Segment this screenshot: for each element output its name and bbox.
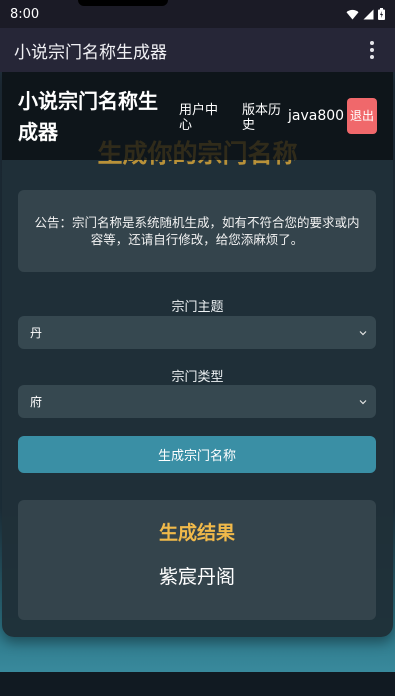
status-bar: 8:00 [0, 0, 395, 28]
webview: 生成你的宗门名称 小说宗门名称生成器 用户中心 版本历史 java800 退出 … [0, 72, 395, 696]
battery-icon [378, 8, 385, 20]
result-name: 紫宸丹阁 [158, 566, 235, 588]
status-time: 8:00 [10, 6, 40, 22]
logout-button[interactable]: 退出 [347, 98, 377, 134]
type-select-value: 府 [30, 395, 43, 409]
generate-button[interactable]: 生成宗门名称 [18, 436, 376, 473]
username: java800 [288, 108, 345, 124]
app-bar-title: 小说宗门名称生成器 [14, 42, 167, 63]
site-title[interactable]: 小说宗门名称生成器 [18, 86, 168, 148]
wifi-icon [346, 9, 359, 19]
result-box: 生成结果 紫宸丹阁 [18, 500, 376, 620]
nav-user-center[interactable]: 用户中心 [179, 103, 229, 133]
theme-select[interactable]: 丹 [18, 316, 376, 349]
status-icons [346, 8, 385, 20]
theme-label: 宗门主题 [171, 300, 224, 315]
result-heading: 生成结果 [158, 522, 235, 544]
site-header: 小说宗门名称生成器 用户中心 版本历史 java800 退出 [2, 72, 393, 160]
main-card: 生成你的宗门名称 小说宗门名称生成器 用户中心 版本历史 java800 退出 … [2, 72, 393, 637]
theme-select-value: 丹 [30, 326, 43, 340]
camera-notch [78, 0, 168, 6]
nav-version-history[interactable]: 版本历史 [242, 103, 286, 133]
notice-box: 公告：宗门名称是系统随机生成，如有不符合您的要求或内容等，还请自行修改，给您添麻… [18, 190, 376, 272]
app-bar: 小说宗门名称生成器 [0, 28, 395, 72]
chevron-down-icon [359, 399, 367, 404]
more-vert-icon[interactable] [363, 39, 381, 61]
signal-icon [363, 9, 374, 19]
type-select[interactable]: 府 [18, 385, 376, 418]
chevron-down-icon [359, 330, 367, 335]
type-label: 宗门类型 [171, 370, 224, 385]
bottom-strip [0, 672, 395, 696]
notice-text: 公告：宗门名称是系统随机生成，如有不符合您的要求或内容等，还请自行修改，给您添麻… [34, 215, 360, 247]
